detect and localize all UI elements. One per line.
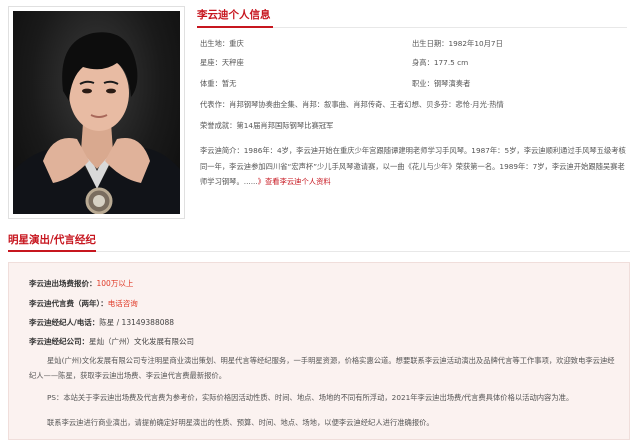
agent-line: 李云迪经纪人/电话：陈星 / 13149388088 [29,317,174,328]
contact-note-paragraph: 联系李云迪进行商业演出，请提前确定好明星演出的性质、预算、时间、地点、场地，以便… [47,418,434,427]
info-birthplace: 出生地：重庆 [200,39,244,48]
price-note-paragraph: PS：本站关于李云迪出场费及代言费为参考价，实际价格因活动性质、时间、地点、场地… [47,393,574,402]
portrait-illustration [13,32,180,214]
endorse-value[interactable]: 电话咨询 [108,299,138,308]
profile-title: 李云迪个人信息 [197,6,273,28]
endorse-line: 李云迪代言费（两年）：电话咨询 [29,298,138,309]
booking-panel: 李云迪出场费报价：100万以上 李云迪代言费（两年）：电话咨询 李云迪经纪人/电… [8,262,630,440]
profile-title-bar: 李云迪个人信息 [197,6,627,28]
company-value: 星灿（广州）文化发展有限公司 [89,337,194,346]
agent-label: 李云迪经纪人/电话： [29,318,100,327]
endorse-label: 李云迪代言费（两年）： [29,299,108,308]
fee-line: 李云迪出场费报价：100万以上 [29,278,133,289]
profile-photo[interactable] [13,11,180,214]
fee-value: 100万以上 [96,279,134,288]
info-height: 身高：177.5 cm [412,58,469,67]
info-zodiac: 星座：天秤座 [200,58,244,67]
info-occupation: 职业：钢琴演奏者 [412,79,471,88]
company-label: 李云迪经纪公司： [29,337,89,346]
profile-photo-frame [8,6,185,219]
agent-value: 陈星 / 13149388088 [99,318,175,327]
info-honors: 荣誉成就：第14届肖邦国际钢琴比赛冠军 [200,121,334,130]
info-birthdate: 出生日期：1982年10月7日 [412,39,503,48]
more-profile-link[interactable]: 》查看李云迪个人资料 [258,177,331,186]
company-line: 李云迪经纪公司：星灿（广州）文化发展有限公司 [29,336,194,347]
booking-section-title: 明星演出/代言经纪 [8,232,96,252]
company-intro-paragraph: 星灿(广州)文化发展有限公司专注明星商业演出策划、明星代言等经纪服务，一手明星资… [29,356,615,380]
fee-label: 李云迪出场费报价： [29,279,97,288]
profile-bio: 李云迪简介：1986年：4岁，李云迪开始在重庆少年宫跟随谭建明老师学习手风琴。1… [200,143,626,190]
info-works: 代表作：肖邦钢琴协奏曲全集、肖邦：叙事曲、肖邦传奇、王者幻想、贝多芬：悲怆·月光… [200,100,504,109]
booking-section-header: 明星演出/代言经纪 [8,230,630,252]
info-weight: 体重：暂无 [200,79,237,88]
